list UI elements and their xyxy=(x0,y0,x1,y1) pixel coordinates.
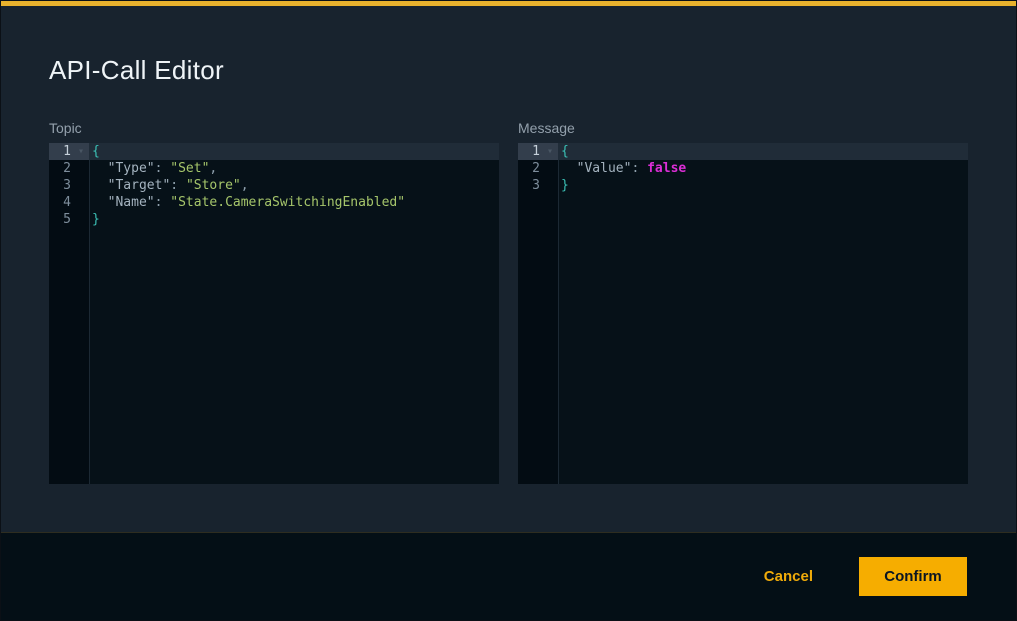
code-text: } xyxy=(89,211,499,228)
code-line[interactable]: 2 "Type": "Set", xyxy=(49,160,499,177)
topic-label: Topic xyxy=(49,121,499,136)
line-number: 4 xyxy=(49,194,88,211)
line-number-gutter: 4 xyxy=(49,194,89,211)
topic-editor-section: Topic 1▾{2 "Type": "Set",3 "Target": "St… xyxy=(49,121,499,484)
dialog-footer: Cancel Confirm xyxy=(1,532,1016,620)
code-text: "Name": "State.CameraSwitchingEnabled" xyxy=(89,194,499,211)
code-line[interactable]: 3} xyxy=(518,177,968,194)
code-line[interactable]: 5} xyxy=(49,211,499,228)
line-number-gutter: 5 xyxy=(49,211,89,228)
fold-arrow-icon[interactable]: ▾ xyxy=(547,143,553,160)
line-number: 3 xyxy=(518,177,557,194)
editors-row: Topic 1▾{2 "Type": "Set",3 "Target": "St… xyxy=(49,121,968,484)
cancel-button[interactable]: Cancel xyxy=(752,558,825,595)
line-number-gutter: 3 xyxy=(49,177,89,194)
line-number: 3 xyxy=(49,177,88,194)
code-text: "Type": "Set", xyxy=(89,160,499,177)
line-number-gutter: 3 xyxy=(518,177,558,194)
line-number-gutter: 1▾ xyxy=(49,143,89,160)
page-title: API-Call Editor xyxy=(49,55,968,85)
api-call-editor-dialog: API-Call Editor Topic 1▾{2 "Type": "Set"… xyxy=(0,0,1017,621)
code-line[interactable]: 1▾{ xyxy=(518,143,968,160)
line-number-gutter: 2 xyxy=(518,160,558,177)
code-text: { xyxy=(558,143,968,160)
message-code-editor[interactable]: 1▾{2 "Value": false3} xyxy=(518,143,968,484)
code-line[interactable]: 3 "Target": "Store", xyxy=(49,177,499,194)
line-number: 2 xyxy=(518,160,557,177)
line-number-gutter: 1▾ xyxy=(518,143,558,160)
line-number: 5 xyxy=(49,211,88,228)
code-text: "Value": false xyxy=(558,160,968,177)
code-text: } xyxy=(558,177,968,194)
message-label: Message xyxy=(518,121,968,136)
line-number: 2 xyxy=(49,160,88,177)
code-text: "Target": "Store", xyxy=(89,177,499,194)
dialog-body: API-Call Editor Topic 1▾{2 "Type": "Set"… xyxy=(1,6,1016,532)
code-line[interactable]: 4 "Name": "State.CameraSwitchingEnabled" xyxy=(49,194,499,211)
code-line[interactable]: 1▾{ xyxy=(49,143,499,160)
line-number-gutter: 2 xyxy=(49,160,89,177)
code-text: { xyxy=(89,143,499,160)
topic-code-editor[interactable]: 1▾{2 "Type": "Set",3 "Target": "Store",4… xyxy=(49,143,499,484)
code-line[interactable]: 2 "Value": false xyxy=(518,160,968,177)
fold-arrow-icon[interactable]: ▾ xyxy=(78,143,84,160)
confirm-button[interactable]: Confirm xyxy=(859,557,967,596)
message-editor-section: Message 1▾{2 "Value": false3} xyxy=(518,121,968,484)
